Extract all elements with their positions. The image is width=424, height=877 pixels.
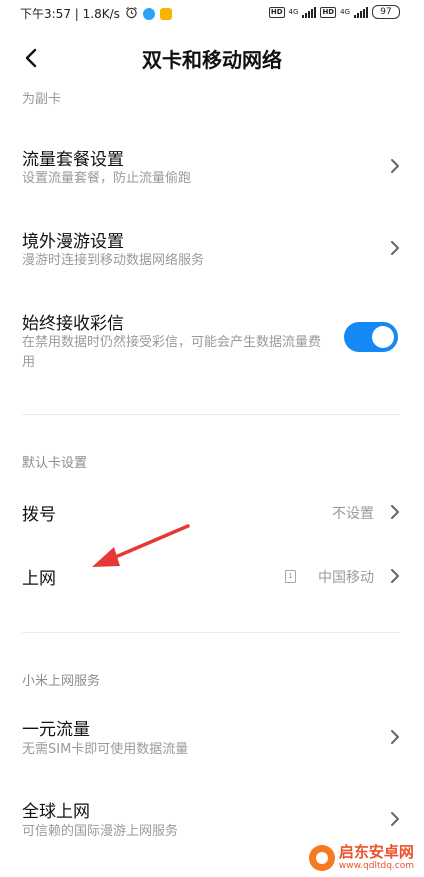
internet-item[interactable]: 上网 1 中国移动: [0, 558, 424, 598]
item-subtitle: 可信赖的国际漫游上网服务: [22, 824, 179, 839]
item-title: 上网: [22, 569, 56, 589]
chevron-right-icon: [391, 730, 399, 744]
chevron-right-icon: [391, 241, 399, 255]
roaming-item[interactable]: 境外漫游设置 漫游时连接到移动数据网络服务: [0, 222, 424, 282]
item-value: 中国移动: [318, 570, 374, 586]
item-title: 一元流量: [22, 720, 90, 740]
watermark: 启东安卓网 www.qdltdq.com: [308, 843, 414, 871]
divider: [22, 414, 400, 415]
mms-toggle[interactable]: [344, 322, 398, 352]
watermark-logo-icon: [308, 845, 335, 871]
battery-icon: 97: [372, 5, 400, 19]
chevron-right-icon: [391, 812, 399, 826]
item-value: 不设置: [332, 506, 374, 522]
sim-card-icon: 1: [285, 570, 296, 583]
hd-icon: HD: [320, 6, 337, 18]
signal-icon: [354, 6, 368, 18]
item-title: 境外漫游设置: [22, 232, 124, 252]
app-notification-icon: [142, 7, 155, 20]
item-title: 流量套餐设置: [22, 150, 124, 170]
chevron-right-icon: [391, 159, 399, 173]
alarm-icon: [125, 6, 138, 22]
page-title: 双卡和移动网络: [142, 48, 282, 72]
signal-icon: [302, 6, 317, 18]
section-label-default-card: 默认卡设置: [22, 456, 88, 471]
item-subtitle: 无需SIM卡即可使用数据流量: [22, 742, 189, 757]
message-notification-icon: [159, 7, 172, 20]
one-yuan-data-item[interactable]: 一元流量 无需SIM卡即可使用数据流量: [0, 710, 424, 770]
network-type-label: 4G: [288, 7, 299, 16]
network-type-label: 4G: [340, 7, 350, 16]
item-title: 全球上网: [22, 802, 90, 822]
toggle-knob: [372, 326, 394, 348]
hd-icon: HD: [268, 6, 285, 18]
item-subtitle: 设置流量套餐，防止流量偷跑: [22, 171, 192, 186]
status-bar: 下午3:57 | 1.8K/s HD 4G HD 4G 97: [0, 0, 424, 26]
annotation-arrow-icon: [92, 524, 190, 567]
chevron-right-icon: [391, 569, 399, 583]
mms-item[interactable]: 始终接收彩信 在禁用数据时仍然接受彩信，可能会产生数据流量费用: [0, 304, 424, 384]
chevron-right-icon: [391, 505, 399, 519]
watermark-name: 启东安卓网: [338, 843, 414, 861]
scroll-faded-label: 为副卡: [22, 92, 62, 107]
section-label-mi-service: 小米上网服务: [22, 674, 101, 689]
page-header: 双卡和移动网络: [0, 38, 424, 78]
item-title: 拨号: [22, 505, 56, 525]
watermark-url: www.qdltdq.com: [338, 861, 414, 871]
data-plan-item[interactable]: 流量套餐设置 设置流量套餐，防止流量偷跑: [0, 140, 424, 200]
divider: [22, 632, 400, 633]
item-subtitle: 在禁用数据时仍然接受彩信，可能会产生数据流量费用: [22, 335, 322, 370]
item-subtitle: 漫游时连接到移动数据网络服务: [22, 253, 205, 268]
item-title: 始终接收彩信: [22, 314, 124, 334]
time-speed: 下午3:57 | 1.8K/s: [20, 7, 120, 21]
dial-item[interactable]: 拨号 不设置: [0, 494, 424, 534]
